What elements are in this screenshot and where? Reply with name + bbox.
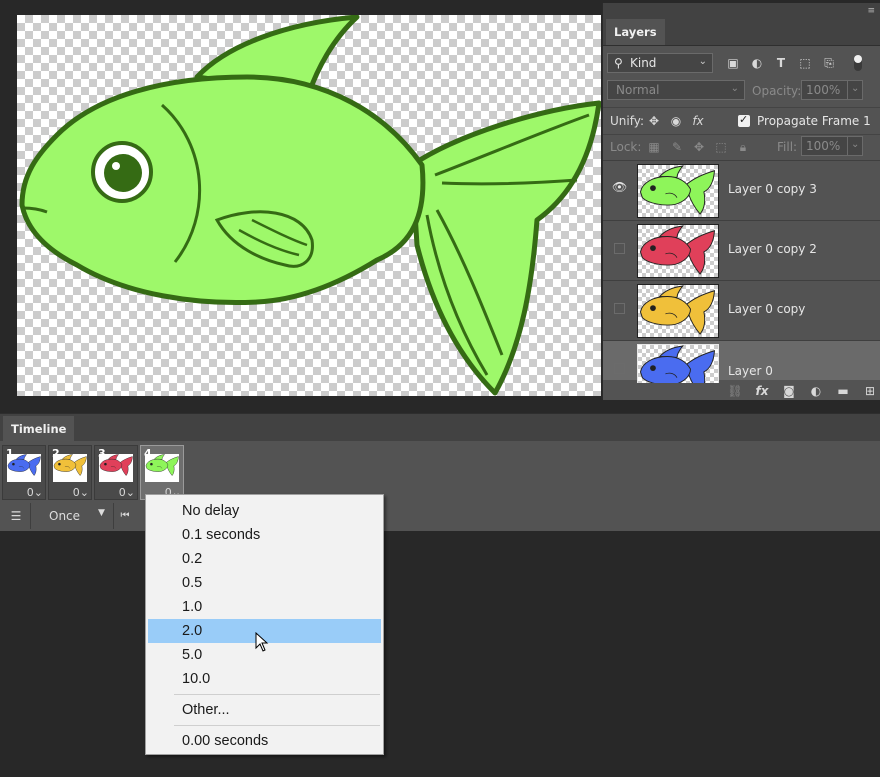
layer-row[interactable]: Layer 0 copy 2 xyxy=(603,220,880,279)
lock-artboard-icon[interactable]: ⬚ xyxy=(713,139,729,155)
opacity-value: 100% xyxy=(806,83,841,97)
propagate-checkbox[interactable]: ✓ xyxy=(738,113,750,127)
convert-timeline-icon[interactable]: ☰ xyxy=(8,508,24,524)
animation-frame[interactable]: 2 0⌄ xyxy=(48,445,92,500)
layers-bottom-bar: ⛓ fx ◙ ◐ ▬ ⊞ xyxy=(603,383,880,400)
tab-timeline[interactable]: Timeline xyxy=(3,416,75,442)
animation-frame[interactable]: 1 0⌄ xyxy=(2,445,46,500)
lock-label: Lock: xyxy=(610,140,642,154)
visibility-toggle[interactable] xyxy=(609,221,631,279)
lock-position-icon[interactable]: ✥ xyxy=(691,139,707,155)
frame-number: 1 xyxy=(6,447,14,460)
layer-row[interactable]: Layer 0 copy xyxy=(603,280,880,339)
blend-mode-label: Normal xyxy=(616,83,660,97)
chevron-down-icon: ⌄ xyxy=(698,56,707,67)
document-canvas[interactable] xyxy=(17,15,601,396)
chevron-down-icon: ⌄ xyxy=(851,139,860,150)
visibility-box xyxy=(614,363,625,374)
layer-name: Layer 0 copy xyxy=(728,302,806,316)
layer-style-icon[interactable]: fx xyxy=(754,383,770,399)
layer-name: Layer 0 copy 2 xyxy=(728,242,817,256)
timeline-controls: ☰ Once ▼ ⏮ xyxy=(0,503,145,529)
lock-all-icon[interactable]: 🔒︎ xyxy=(735,139,751,155)
adjustment-filter-icon[interactable]: ◐ xyxy=(749,55,765,71)
filter-kind-select[interactable]: ⚲ Kind ⌄ xyxy=(607,53,713,73)
filter-toggle[interactable] xyxy=(854,55,862,71)
layer-name: Layer 0 xyxy=(728,364,773,378)
propagate-label: Propagate Frame 1 xyxy=(757,114,871,128)
adjustment-layer-icon[interactable]: ◐ xyxy=(808,383,824,399)
unify-position-icon[interactable]: ✥ xyxy=(646,113,662,129)
layer-row[interactable]: 👁︎ Layer 0 copy 3 xyxy=(603,160,880,219)
fill-dropdown-button[interactable]: ⌄ xyxy=(847,136,863,156)
visibility-box xyxy=(614,243,625,254)
search-icon: ⚲ xyxy=(614,56,623,70)
visibility-box xyxy=(614,303,625,314)
chevron-down-icon: ⌄ xyxy=(730,83,739,94)
link-layers-icon[interactable]: ⛓ xyxy=(727,383,743,399)
group-folder-icon[interactable]: ▬ xyxy=(835,383,851,399)
layer-thumbnail xyxy=(637,224,719,278)
fill-label: Fill: xyxy=(777,140,798,154)
fish-artwork xyxy=(19,15,601,396)
blend-mode-select[interactable]: Normal ⌄ xyxy=(607,80,745,100)
frame-delay-menu: No delay 0.1 seconds 0.2 0.5 1.0 2.0 5.0 10.0 Ot… xyxy=(145,494,384,755)
delay-option[interactable]: 1.0 xyxy=(148,595,381,619)
lock-transparent-icon[interactable]: ▦ xyxy=(646,139,662,155)
add-mask-icon[interactable]: ◙ xyxy=(781,383,797,399)
loop-option-label: Once xyxy=(49,509,81,523)
image-filter-icon[interactable]: ▣ xyxy=(725,55,741,71)
frame-delay-dropdown[interactable]: 0⌄ xyxy=(73,486,89,499)
animation-frame[interactable]: 4 0⌄ xyxy=(140,445,184,500)
frame-number: 4 xyxy=(144,447,152,460)
delay-option[interactable]: No delay xyxy=(148,499,381,523)
panel-menu-icon[interactable]: ≡ xyxy=(867,6,875,16)
filter-kind-label: Kind xyxy=(630,56,657,70)
unify-label: Unify: xyxy=(610,114,645,128)
delay-option[interactable]: 10.0 xyxy=(148,667,381,691)
timeline-panel: Timeline 1 0⌄ 2 0⌄ 3 0⌄ 4 0⌄ ☰ Once ▼ ⏮ xyxy=(0,413,880,531)
opacity-dropdown-button[interactable]: ⌄ xyxy=(847,80,863,100)
fill-value: 100% xyxy=(806,139,841,153)
opacity-label: Opacity: xyxy=(752,84,802,98)
layer-name: Layer 0 copy 3 xyxy=(728,182,817,196)
frame-delay-dropdown[interactable]: 0⌄ xyxy=(119,486,135,499)
new-layer-icon[interactable]: ⊞ xyxy=(862,383,878,399)
delay-option[interactable]: 0.2 xyxy=(148,547,381,571)
tab-layers[interactable]: Layers xyxy=(606,19,665,45)
frame-number: 2 xyxy=(52,447,60,460)
chevron-down-icon: ⌄ xyxy=(851,83,860,94)
timeline-tabbar: Timeline xyxy=(0,413,880,442)
menu-divider xyxy=(174,694,380,695)
other-delay-option[interactable]: Other... xyxy=(148,698,381,722)
mouse-cursor-icon xyxy=(255,632,269,652)
layers-tabbar: Layers ≡ xyxy=(603,3,880,46)
unify-visibility-icon[interactable]: ◉ xyxy=(668,113,684,129)
visibility-toggle[interactable] xyxy=(609,281,631,339)
layer-thumbnail xyxy=(637,284,719,338)
frame-number: 3 xyxy=(98,447,106,460)
smart-object-filter-icon[interactable]: ⎘ xyxy=(821,55,837,71)
caret-down-icon: ▼ xyxy=(98,508,105,518)
frame-delay-dropdown[interactable]: 0⌄ xyxy=(27,486,43,499)
delay-option[interactable]: 0.1 seconds xyxy=(148,523,381,547)
layer-row[interactable]: Layer 0 xyxy=(603,340,880,398)
type-filter-icon[interactable]: T xyxy=(773,55,789,71)
unify-style-icon[interactable]: fx xyxy=(690,113,706,129)
timeline-body: 1 0⌄ 2 0⌄ 3 0⌄ 4 0⌄ ☰ Once ▼ ⏮ xyxy=(0,441,880,531)
layers-panel: Layers ≡ ⚲ Kind ⌄ ▣ ◐ T ⬚ ⎘ Normal ⌄ Opa… xyxy=(602,3,880,400)
shape-filter-icon[interactable]: ⬚ xyxy=(797,55,813,71)
lock-brush-icon[interactable]: ✎ xyxy=(669,139,685,155)
animation-frame[interactable]: 3 0⌄ xyxy=(94,445,138,500)
delay-option[interactable]: 0.5 xyxy=(148,571,381,595)
layer-thumbnail xyxy=(637,164,719,218)
checkmark-icon: ✓ xyxy=(739,113,749,126)
menu-divider xyxy=(174,725,380,726)
visibility-toggle[interactable]: 👁︎ xyxy=(609,161,631,219)
current-delay-label: 0.00 seconds xyxy=(182,733,269,749)
eye-icon: 👁︎ xyxy=(612,180,628,194)
first-frame-icon[interactable]: ⏮ xyxy=(117,508,133,524)
loop-options-select[interactable]: Once ▼ xyxy=(30,503,114,529)
